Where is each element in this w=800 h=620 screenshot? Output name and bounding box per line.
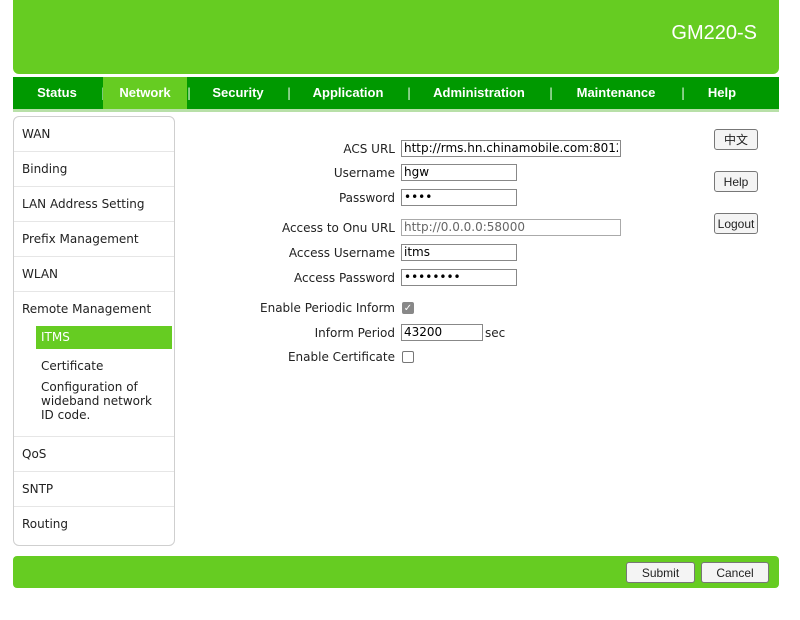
inform-period-row: Inform Period sec [245,324,505,341]
sidebar-sub-item-certificate[interactable]: Certificate [36,355,172,378]
periodic-inform-checkbox[interactable]: ✓ [402,302,414,314]
nav-security[interactable]: Security [189,77,287,109]
header-banner: GM220-S [13,0,779,74]
periodic-inform-label: Enable Periodic Inform [260,301,395,315]
acs-url-input[interactable] [401,140,621,157]
certificate-label: Enable Certificate [287,350,395,364]
password-label: Password [338,190,395,205]
sidebar-item-wan[interactable]: WAN [14,117,174,152]
logout-button[interactable]: Logout [714,213,758,234]
username-label: Username [333,165,395,180]
footer-bar: Submit Cancel [13,556,779,588]
sidebar-sub-item-wideband-network-id[interactable]: Configuration of wideband network ID cod… [36,380,172,422]
sidebar-item-prefix-management[interactable]: Prefix Management [14,222,174,257]
certificate-row: Enable Certificate [245,350,414,364]
help-button[interactable]: Help [714,171,758,192]
access-username-input[interactable] [401,244,517,261]
onu-url-label: Access to Onu URL [281,220,395,235]
onu-url-row: Access to Onu URL [245,219,621,236]
inform-period-unit: sec [485,325,506,340]
periodic-inform-row: Enable Periodic Inform ✓ [245,301,414,315]
certificate-checkbox[interactable] [402,351,414,363]
sidebar: WAN Binding LAN Address Setting Prefix M… [13,116,175,546]
username-row: Username [245,164,517,181]
nav-maintenance[interactable]: Maintenance [551,77,681,109]
cancel-button[interactable]: Cancel [701,562,769,583]
nav-help[interactable]: Help [683,77,761,109]
access-username-label: Access Username [288,245,395,260]
sidebar-item-routing[interactable]: Routing [14,507,174,541]
nav-application[interactable]: Application [289,77,407,109]
acs-url-row: ACS URL [245,140,621,157]
nav-status[interactable]: Status [13,77,101,109]
access-password-label: Access Password [294,270,395,285]
onu-url-input[interactable] [401,219,621,236]
inform-period-label: Inform Period [314,325,395,340]
access-password-row: Access Password [245,269,517,286]
sidebar-item-remote-management[interactable]: Remote Management [14,292,174,326]
password-row: Password [245,189,517,206]
acs-url-label: ACS URL [343,141,395,156]
access-password-input[interactable] [401,269,517,286]
sidebar-item-wlan[interactable]: WLAN [14,257,174,292]
main-nav: Status | Network | Security | Applicatio… [13,77,779,112]
sidebar-sub-item-itms[interactable]: ITMS [36,326,172,349]
sidebar-item-binding[interactable]: Binding [14,152,174,187]
sidebar-item-lan-address-setting[interactable]: LAN Address Setting [14,187,174,222]
submit-button[interactable]: Submit [626,562,695,583]
access-username-row: Access Username [245,244,517,261]
password-input[interactable] [401,189,517,206]
nav-administration[interactable]: Administration [409,77,549,109]
remote-management-group: Remote Management ITMS Certificate Confi… [14,292,174,437]
nav-network[interactable]: Network [103,77,187,109]
username-input[interactable] [401,164,517,181]
inform-period-input[interactable] [401,324,483,341]
sidebar-item-qos[interactable]: QoS [14,437,174,472]
sidebar-item-sntp[interactable]: SNTP [14,472,174,507]
language-button[interactable]: 中文 [714,129,758,150]
device-model: GM220-S [671,22,757,44]
